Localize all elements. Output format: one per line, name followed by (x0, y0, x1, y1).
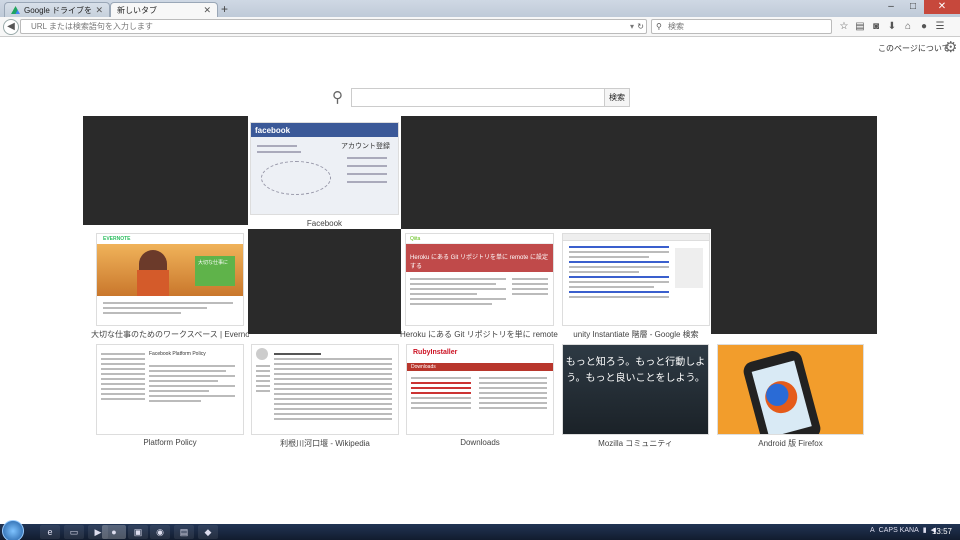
pocket-icon[interactable]: ◙ (868, 19, 884, 34)
tile-title: Downloads (460, 438, 500, 447)
close-window-button[interactable]: ✕ (924, 0, 960, 14)
menu-icon[interactable]: ☰ (932, 19, 948, 34)
tab-label: 新しいタブ (117, 5, 157, 15)
close-tab-icon[interactable]: ✕ (203, 5, 211, 16)
rubyinstaller-logo: RubyInstaller (407, 345, 553, 363)
tile-title: 大切な仕事のためのワークスペース | Evernote (91, 330, 249, 339)
tile-title: Heroku にある Git リポジトリを単に remote に設定... (400, 330, 559, 339)
close-tab-icon[interactable]: ✕ (95, 5, 103, 16)
tile-thumbnail (563, 234, 709, 325)
home-icon[interactable]: ⌂ (900, 19, 916, 34)
tile-thumbnail: Qiita Heroku にある Git リポジトリを単に remote に設定… (406, 234, 553, 325)
window-controls: – □ ✕ (880, 0, 960, 14)
taskbar-ie-icon[interactable]: e (40, 525, 60, 539)
taskbar: e ▭ ▶ ● ▣ ◉ ▤ ◆ A CAPS KANA ▮ ◀ 13:57 (0, 520, 960, 540)
phone-image (741, 348, 823, 434)
taskbar-folder-icon[interactable]: ▭ (64, 525, 84, 539)
tile-evernote[interactable]: EVERNOTE 大切な仕事に 大切な仕事のためのワークスペース | Evern… (91, 234, 249, 339)
tile-facebook[interactable]: facebook アカウント登録 Facebook (251, 123, 398, 228)
start-button[interactable] (2, 520, 24, 540)
tile-thumbnail (252, 345, 398, 434)
search-placeholder: 検索 (668, 22, 684, 31)
blank-tile (83, 116, 248, 225)
blank-tile (711, 229, 877, 334)
clipboard-icon[interactable]: ▤ (852, 19, 868, 34)
minimize-button[interactable]: – (880, 0, 902, 14)
toolbar-icons: ☆ ▤ ◙ ⬇ ⌂ ● ☰ (836, 19, 948, 34)
tile-qiita[interactable]: Qiita Heroku にある Git リポジトリを単に remote に設定… (400, 234, 559, 339)
tab-strip: Google ドライブを活用 -... ✕ 新しいタブ ✕ + – □ ✕ (0, 0, 960, 17)
firefox-logo-icon (761, 377, 801, 417)
reload-icon[interactable]: ↻ (637, 20, 644, 33)
tile-title: Mozilla コミュニティ (598, 439, 673, 448)
tile-thumbnail: EVERNOTE 大切な仕事に (97, 234, 243, 325)
ime-status[interactable]: CAPS KANA (879, 527, 919, 534)
wikipedia-logo (256, 348, 268, 360)
tile-title: Platform Policy (143, 438, 197, 447)
tab-google-drive[interactable]: Google ドライブを活用 -... ✕ (4, 2, 110, 17)
url-placeholder: URL または検索語句を入力します (31, 22, 153, 31)
maximize-button[interactable]: □ (902, 0, 924, 14)
search-icon: ⚲ (656, 22, 662, 31)
tab-new-tab[interactable]: 新しいタブ ✕ (110, 2, 218, 17)
evernote-card: 大切な仕事に (195, 256, 235, 286)
qiita-banner: Heroku にある Git リポジトリを単に remote に設定する (406, 244, 553, 272)
tile-thumbnail: もっと知ろう。もっと行動しよう。もっと良いことをしよう。 (563, 345, 708, 434)
bookmark-star-icon[interactable]: ☆ (836, 19, 852, 34)
qiita-logo: Qiita (406, 234, 553, 244)
facebook-signup-heading: アカウント登録 (341, 143, 390, 150)
search-bar[interactable]: ⚲ 検索 (651, 19, 832, 34)
tab-label: Google ドライブを活用 -... (24, 5, 92, 15)
facebook-world-map (261, 161, 331, 195)
tile-google-search[interactable]: unity Instantiate 階層 - Google 検索 (563, 234, 709, 339)
back-button[interactable]: ◀ (3, 19, 19, 35)
facebook-logo: facebook (251, 123, 398, 137)
tile-firefox-android[interactable]: Android 版 Firefox (718, 345, 863, 448)
tile-thumbnail: Facebook Platform Policy (97, 345, 243, 434)
tile-wikipedia[interactable]: 利根川河口堰 - Wikipedia (252, 345, 398, 448)
tile-rubyinstaller[interactable]: RubyInstaller Downloads Downloads (407, 345, 553, 447)
network-icon[interactable]: ▮ (923, 526, 927, 534)
blank-tile (248, 229, 401, 334)
taskbar-app-icon[interactable]: ◆ (198, 525, 218, 539)
chevron-down-icon[interactable]: ▾ (630, 20, 634, 33)
mozilla-banner-text: もっと知ろう。もっと行動しよう。もっと良いことをしよう。 (563, 345, 708, 434)
system-tray: A CAPS KANA ▮ ◀ (870, 526, 936, 535)
download-icon[interactable]: ⬇ (884, 19, 900, 34)
tile-title: unity Instantiate 階層 - Google 検索 (573, 330, 699, 339)
gear-icon[interactable]: ⚙ (944, 38, 957, 56)
tile-thumbnail: RubyInstaller Downloads (407, 345, 553, 434)
url-bar[interactable]: URL または検索語句を入力します ▾ ↻ (20, 19, 647, 34)
taskbar-app-icon[interactable]: ▤ (174, 525, 194, 539)
tile-platform-policy[interactable]: Facebook Platform Policy Platform Policy (97, 345, 243, 447)
taskbar-firefox-icon[interactable]: ● (102, 525, 126, 539)
tile-thumbnail (718, 345, 863, 434)
evernote-logo: EVERNOTE (97, 234, 243, 244)
policy-heading: Facebook Platform Policy (149, 351, 206, 357)
taskbar-chrome-icon[interactable]: ◉ (150, 525, 170, 539)
tile-title: Facebook (306, 219, 343, 228)
evernote-headline: 大切な仕事に (198, 260, 229, 266)
search-input[interactable] (351, 88, 605, 107)
tile-thumbnail: facebook アカウント登録 (251, 123, 398, 214)
clock[interactable]: 13:57 (932, 527, 952, 536)
google-drive-icon (11, 6, 20, 14)
new-tab-button[interactable]: + (221, 2, 228, 16)
ime-language[interactable]: A (870, 527, 875, 534)
search-button[interactable]: 検索 (604, 88, 630, 107)
blank-tile (401, 116, 877, 229)
search-icon: ⚲ (332, 89, 343, 106)
taskbar-app-icon[interactable]: ▣ (128, 525, 148, 539)
tile-title: Android 版 Firefox (758, 439, 823, 448)
downloads-band: Downloads (407, 363, 553, 371)
navigation-bar: ◀ URL または検索語句を入力します ▾ ↻ ⚲ 検索 ☆ ▤ ◙ ⬇ ⌂ ●… (0, 17, 960, 37)
tile-title: 利根川河口堰 - Wikipedia (280, 439, 370, 448)
about-page-link[interactable]: このページについて (878, 43, 950, 54)
chat-icon[interactable]: ● (916, 19, 932, 34)
tile-mozilla-community[interactable]: もっと知ろう。もっと行動しよう。もっと良いことをしよう。 Mozilla コミュ… (563, 345, 708, 448)
